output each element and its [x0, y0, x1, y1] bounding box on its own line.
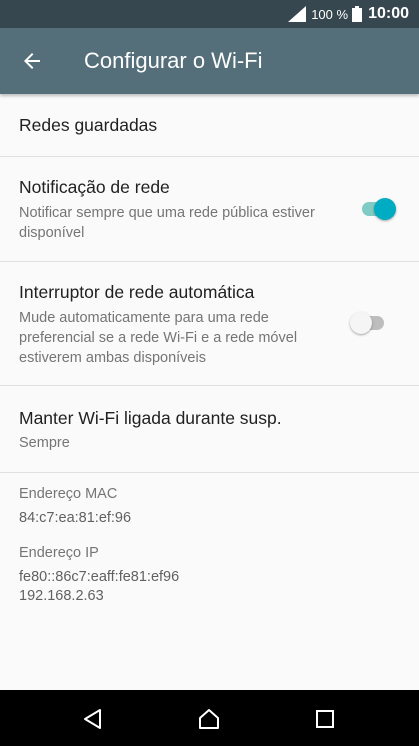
recents-icon[interactable] — [314, 708, 336, 730]
battery-icon — [352, 6, 363, 22]
ip-address-label: Endereço IP — [19, 545, 99, 561]
network-notification-description: Notificar sempre que uma rede pública es… — [19, 205, 315, 241]
mac-address-value: 84:c7:ea:81:ef:96 — [19, 510, 132, 526]
network-notification-label: Notificação de rede — [19, 177, 170, 197]
back-icon[interactable] — [82, 708, 104, 730]
network-notification-item[interactable]: Notificação de rede Notificar sempre que… — [0, 157, 419, 261]
auto-network-switch-label: Interruptor de rede automática — [19, 282, 255, 302]
saved-networks-item[interactable]: Redes guardadas — [0, 94, 419, 156]
signal-icon — [288, 6, 307, 22]
ip-address-value-ipv6: fe80::86c7:eaff:fe81:ef96 — [19, 569, 180, 585]
auto-network-switch-description: Mude automaticamente para uma rede prefe… — [19, 310, 298, 366]
back-arrow-icon[interactable] — [20, 49, 44, 73]
auto-network-switch-item[interactable]: Interruptor de rede automática Mude auto… — [0, 262, 419, 385]
app-bar: Configurar o Wi-Fi — [0, 28, 419, 94]
settings-list: Redes guardadas Notificação de rede Noti… — [0, 94, 419, 623]
ip-address-value-ipv4: 192.168.2.63 — [19, 588, 104, 604]
clock: 10:00 — [368, 5, 409, 22]
network-notification-toggle[interactable] — [360, 197, 396, 221]
keep-wifi-on-item[interactable]: Manter Wi-Fi ligada durante susp. Sempre — [0, 386, 419, 472]
page-title: Configurar o Wi-Fi — [84, 48, 263, 73]
battery-percent: 100 % — [311, 6, 349, 22]
status-bar: 100 % 10:00 — [0, 0, 419, 28]
keep-wifi-on-value: Sempre — [19, 435, 70, 451]
network-info-section: Endereço MAC 84:c7:ea:81:ef:96 Endereço … — [0, 473, 419, 623]
auto-network-switch-toggle[interactable] — [350, 311, 386, 335]
home-icon[interactable] — [198, 708, 220, 730]
saved-networks-label: Redes guardadas — [19, 115, 158, 135]
mac-address-label: Endereço MAC — [19, 486, 118, 502]
navigation-bar — [0, 690, 419, 746]
keep-wifi-on-label: Manter Wi-Fi ligada durante susp. — [19, 408, 282, 428]
